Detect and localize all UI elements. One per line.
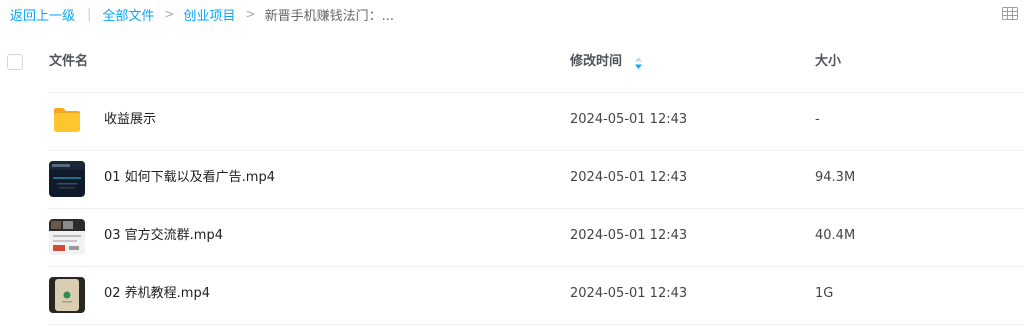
- breadcrumb: 返回上一级 | 全部文件 > 创业项目 > 新晋手机赚钱法门：...: [10, 0, 394, 28]
- folder-icon: [54, 108, 80, 132]
- file-modified-time: 2024-05-01 12:43: [570, 286, 688, 301]
- file-name[interactable]: 01 如何下载以及看广告.mp4: [104, 170, 275, 186]
- table-row[interactable]: 03 官方交流群.mp4 2024-05-01 12:43 40.4M: [0, 208, 1024, 266]
- file-size: -: [815, 112, 820, 127]
- video-thumbnail: [49, 219, 85, 255]
- table-row[interactable]: 收益展示 2024-05-01 12:43 -: [0, 92, 1024, 150]
- file-size: 1G: [815, 286, 834, 301]
- row-divider: [48, 324, 1024, 325]
- chevron-right-icon: >: [245, 7, 256, 21]
- breadcrumb-item-startup-projects[interactable]: 创业项目: [183, 5, 235, 24]
- sort-arrows-icon[interactable]: [634, 56, 643, 70]
- select-all-checkbox[interactable]: [7, 54, 23, 70]
- column-header-name[interactable]: 文件名: [49, 54, 88, 70]
- file-modified-time: 2024-05-01 12:43: [570, 112, 688, 127]
- video-thumbnail: [49, 277, 85, 313]
- breadcrumb-divider: |: [87, 6, 92, 22]
- table-row[interactable]: 02 养机教程.mp4 2024-05-01 12:43 1G: [0, 266, 1024, 324]
- file-size: 94.3M: [815, 170, 856, 185]
- chevron-right-icon: >: [164, 7, 175, 21]
- column-header-modified[interactable]: 修改时间: [570, 54, 622, 70]
- file-size: 40.4M: [815, 228, 856, 243]
- file-modified-time: 2024-05-01 12:43: [570, 228, 688, 243]
- file-table-header: 文件名 修改时间 大小: [0, 40, 1024, 87]
- grid-view-icon[interactable]: [1002, 7, 1018, 20]
- column-header-size[interactable]: 大小: [815, 54, 841, 70]
- table-row[interactable]: 01 如何下载以及看广告.mp4 2024-05-01 12:43 94.3M: [0, 150, 1024, 208]
- breadcrumb-current: 新晋手机赚钱法门：...: [264, 8, 394, 24]
- file-name[interactable]: 02 养机教程.mp4: [104, 286, 210, 302]
- file-modified-time: 2024-05-01 12:43: [570, 170, 688, 185]
- file-name[interactable]: 收益展示: [104, 112, 156, 128]
- video-thumbnail: [49, 161, 85, 197]
- file-name[interactable]: 03 官方交流群.mp4: [104, 228, 223, 244]
- breadcrumb-item-all-files[interactable]: 全部文件: [102, 5, 154, 24]
- back-link[interactable]: 返回上一级: [10, 5, 75, 24]
